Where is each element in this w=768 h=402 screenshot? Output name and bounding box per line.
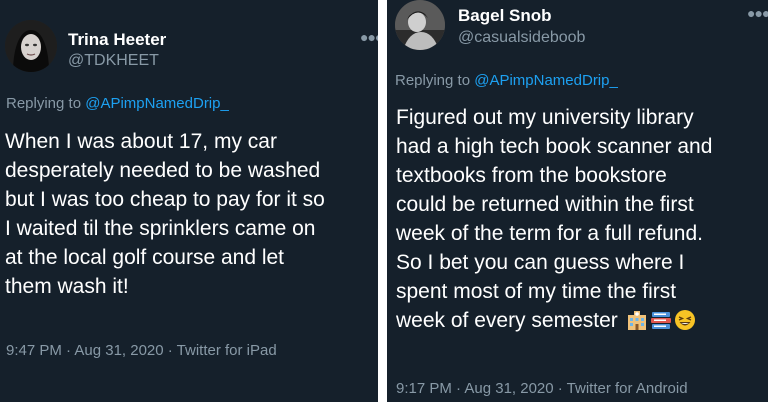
tweet-text-line: spent most of my time the first [396, 280, 677, 303]
books-icon [650, 309, 672, 331]
display-name[interactable]: Bagel Snob [458, 6, 552, 26]
more-options-icon[interactable]: ●●● [360, 30, 378, 44]
tweet-text-line: desperately needed to be washed [5, 159, 321, 182]
replying-to: Replying to @APimpNamedDrip_ [6, 95, 229, 112]
tweet-text: When I was about 17, my car desperately … [5, 127, 377, 301]
mention-link[interactable]: @APimpNamedDrip_ [85, 95, 229, 112]
user-avatar[interactable] [5, 20, 57, 72]
tweet-text-line: but I was too cheap to pay for it so [5, 188, 325, 211]
tweet-text-line: week of the term for a full refund. [396, 222, 703, 245]
tweet-text-line: I waited til the sprinklers came on [5, 217, 316, 240]
user-avatar[interactable] [395, 0, 445, 50]
mention-link[interactable]: @APimpNamedDrip_ [474, 72, 618, 89]
replying-label: Replying to [6, 95, 86, 112]
school-building-icon [626, 309, 648, 331]
tweet-card-trina: Trina Heeter @TDKHEET ●●● Replying to @A… [0, 0, 378, 402]
tweet-text-line: textbooks from the bookstore [396, 164, 667, 187]
tweet-card-bagel: Bagel Snob @casualsideboob ●●● Replying … [387, 0, 768, 402]
tweet-text-line: When I was about 17, my car [5, 130, 277, 153]
user-handle[interactable]: @casualsideboob [458, 29, 585, 47]
grinning-squinting-face-icon [674, 309, 696, 331]
user-handle[interactable]: @TDKHEET [68, 52, 159, 70]
tweet-text-line: them wash it! [5, 275, 129, 298]
tweet-text-line: had a high tech book scanner and [396, 135, 713, 158]
tweet-text: Figured out my university library had a … [396, 103, 762, 335]
tweet-timestamp[interactable]: 9:17 PM · Aug 31, 2020 · Twitter for And… [396, 380, 688, 397]
tweet-text-line: So I bet you can guess where I [396, 251, 685, 274]
replying-to: Replying to @APimpNamedDrip_ [395, 72, 618, 89]
replying-label: Replying to [395, 72, 475, 89]
display-name[interactable]: Trina Heeter [68, 30, 166, 50]
tweet-text-segment: week of every semester [396, 309, 618, 332]
tweet-text-line: could be returned within the first [396, 193, 694, 216]
more-options-icon[interactable]: ●●● [747, 6, 768, 20]
tweet-text-line: Figured out my university library [396, 106, 694, 129]
tweet-text-line-with-emoji: week of every semester [396, 306, 762, 335]
tweet-timestamp[interactable]: 9:47 PM · Aug 31, 2020 · Twitter for iPa… [6, 342, 277, 359]
tweet-text-line: at the local golf course and let [5, 246, 285, 269]
